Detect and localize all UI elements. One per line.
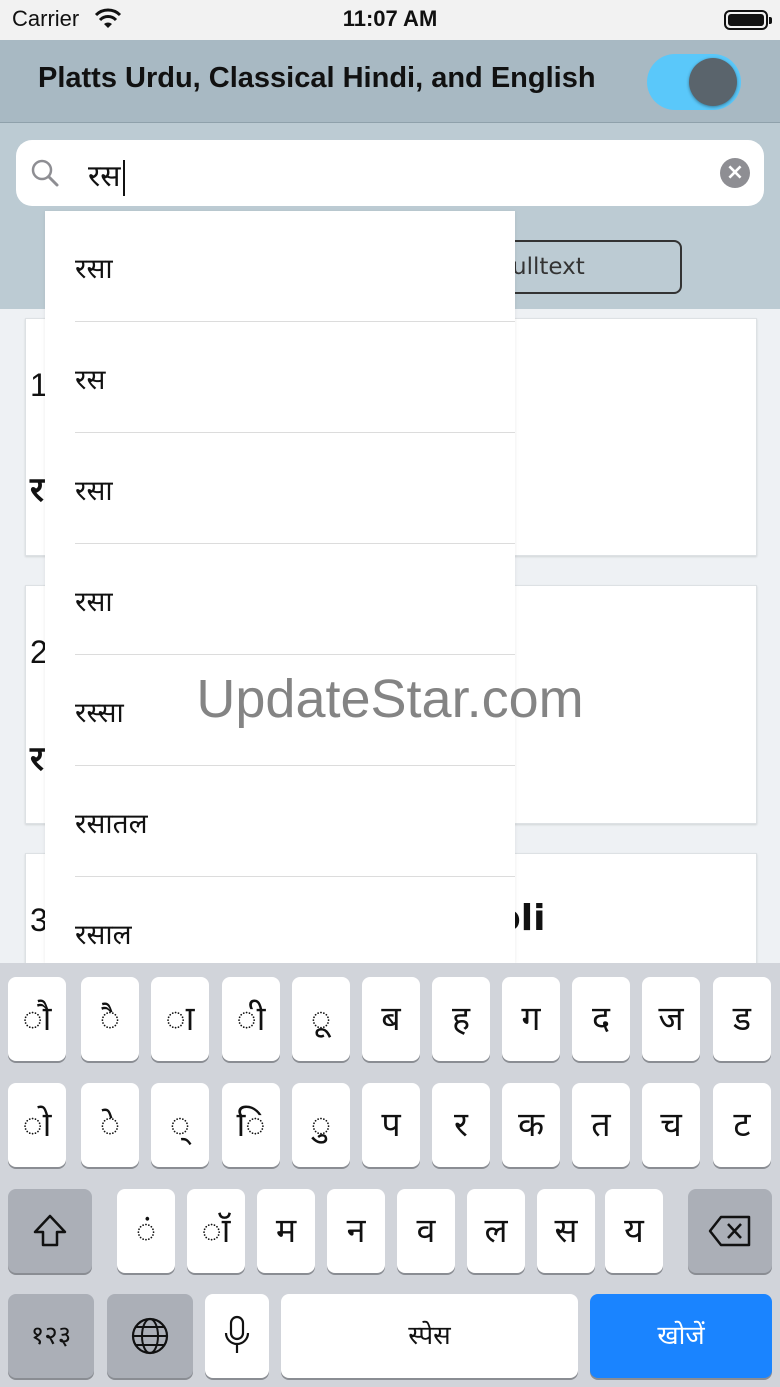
key[interactable]: द	[572, 977, 630, 1061]
key[interactable]: ै	[81, 977, 139, 1061]
key[interactable]: ॉ	[187, 1189, 245, 1273]
key[interactable]: व	[397, 1189, 455, 1273]
key[interactable]: ग	[502, 977, 560, 1061]
text-caret	[122, 159, 125, 196]
clear-icon[interactable]: ×	[720, 158, 750, 188]
suggestion-item[interactable]: रसा	[45, 211, 515, 322]
key[interactable]: ज	[642, 977, 700, 1061]
shift-key[interactable]	[8, 1189, 92, 1273]
key[interactable]: प	[362, 1083, 420, 1167]
globe-icon	[131, 1317, 169, 1355]
battery-icon	[724, 10, 772, 30]
backspace-icon	[708, 1215, 751, 1247]
fulltext-button[interactable]: ulltext	[500, 240, 682, 294]
suggestion-item[interactable]: रसा	[45, 544, 515, 655]
search-icon	[31, 159, 59, 187]
page-title: Platts Urdu, Classical Hindi, and Englis…	[38, 62, 596, 94]
watermark: UpdateStar.com	[196, 669, 584, 729]
key[interactable]: ं	[117, 1189, 175, 1273]
key[interactable]: ्	[151, 1083, 209, 1167]
suggestion-item[interactable]: रस	[45, 322, 515, 433]
key[interactable]: े	[81, 1083, 139, 1167]
numbers-key[interactable]: १२३	[8, 1294, 94, 1378]
app-header: Platts Urdu, Classical Hindi, and Englis…	[0, 40, 780, 123]
key[interactable]: र	[432, 1083, 490, 1167]
key[interactable]: स	[537, 1189, 595, 1273]
keyboard: ौ ै ा ी ू ब ह ग द ज ड ो े ् ि ु प र क त …	[0, 963, 780, 1387]
status-bar: Carrier 11:07 AM	[0, 0, 780, 40]
shift-icon	[33, 1214, 67, 1247]
key[interactable]: क	[502, 1083, 560, 1167]
key[interactable]: च	[642, 1083, 700, 1167]
key[interactable]: न	[327, 1189, 385, 1273]
key[interactable]: ा	[151, 977, 209, 1061]
key[interactable]: ट	[713, 1083, 771, 1167]
key[interactable]: ह	[432, 977, 490, 1061]
suggestion-item[interactable]: रसा	[45, 433, 515, 544]
key[interactable]: ौ	[8, 977, 66, 1061]
key[interactable]: ल	[467, 1189, 525, 1273]
key[interactable]: ब	[362, 977, 420, 1061]
search-value: रस	[88, 154, 125, 196]
key[interactable]: ी	[222, 977, 280, 1061]
suggestion-list: रसा रस रसा रसा रस्सा रसातल रसाल	[45, 211, 515, 963]
toggle-knob[interactable]	[689, 58, 737, 106]
search-key[interactable]: खोजें	[590, 1294, 772, 1378]
microphone-icon	[224, 1315, 250, 1353]
clock: 11:07 AM	[342, 6, 438, 31]
key[interactable]: य	[605, 1189, 663, 1273]
key[interactable]: ो	[8, 1083, 66, 1167]
key[interactable]: ड	[713, 977, 771, 1061]
delete-key[interactable]	[688, 1189, 772, 1273]
key[interactable]: ु	[292, 1083, 350, 1167]
result-word: र	[30, 470, 44, 510]
key[interactable]: ि	[222, 1083, 280, 1167]
dictation-key[interactable]	[205, 1294, 269, 1378]
result-word: र	[30, 739, 44, 779]
suggestion-item[interactable]: रसातल	[45, 766, 515, 877]
search-input[interactable]: रस ×	[16, 140, 764, 206]
dictionary-toggle[interactable]	[647, 54, 741, 110]
key[interactable]: त	[572, 1083, 630, 1167]
key[interactable]: ू	[292, 977, 350, 1061]
globe-key[interactable]	[107, 1294, 193, 1378]
key[interactable]: म	[257, 1189, 315, 1273]
suggestion-item[interactable]: रसाल	[45, 877, 515, 963]
space-key[interactable]: स्पेस	[281, 1294, 578, 1378]
